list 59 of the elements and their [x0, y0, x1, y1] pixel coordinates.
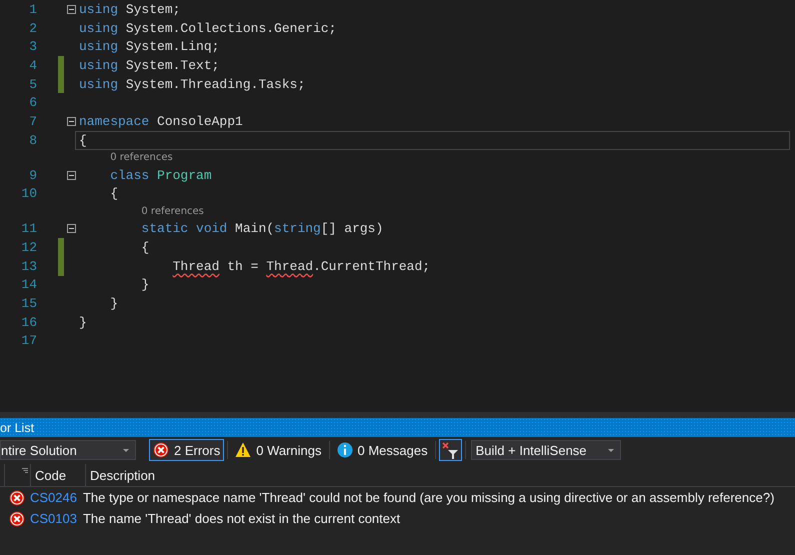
filter-button[interactable]: 0 Messages: [332, 439, 432, 461]
code-line: {: [140, 239, 150, 257]
line-number: 10: [20, 186, 37, 202]
code-line: {: [109, 185, 120, 204]
code-line: using System.Text;: [78, 56, 220, 75]
code-line: namespace ConsoleApp1: [78, 112, 244, 131]
column-header[interactable]: Code: [31, 464, 86, 486]
code-line: using System.Threading.Tasks;: [78, 76, 306, 94]
error-description: The name 'Thread' does not exist in the current context: [82, 511, 400, 526]
line-number: 3: [28, 39, 37, 54]
line-number: 13: [20, 258, 37, 274]
reference-count[interactable]: 0 references: [141, 206, 204, 217]
line-number: 12: [20, 240, 37, 255]
scope-dropdown[interactable]: ntire Solution: [0, 440, 136, 460]
line-number: 17: [20, 333, 37, 348]
line-number: 6: [28, 95, 37, 110]
line-number: 2: [28, 20, 37, 36]
info-icon: [336, 442, 353, 458]
code-line: }: [78, 314, 88, 332]
code-line: using System;: [78, 0, 182, 19]
line-number: 15: [20, 296, 37, 312]
source-dropdown[interactable]: Build + IntelliSense: [470, 440, 621, 460]
error-icon: [153, 442, 169, 458]
collapse-icon[interactable]: [67, 224, 76, 234]
code-line: }: [109, 295, 120, 314]
code-line: Thread th = Thread.CurrentThread;: [172, 258, 432, 276]
line-number: 7: [28, 114, 37, 129]
code-line: class Program: [109, 166, 213, 185]
filter-toggle-button[interactable]: [438, 439, 462, 461]
warning-icon: [235, 442, 252, 458]
collapse-icon[interactable]: [67, 4, 76, 14]
collapse-icon[interactable]: [67, 170, 76, 180]
filter-clear-icon: [442, 442, 459, 458]
error-icon: [9, 510, 25, 526]
error-icon: [9, 490, 25, 506]
line-number: 9: [28, 168, 37, 183]
filter-button[interactable]: 0 Warnings: [231, 439, 326, 461]
panel-title: or List: [0, 420, 34, 434]
code-line: using System.Linq;: [78, 38, 220, 56]
caret-icon: [608, 448, 614, 452]
collapse-icon[interactable]: [67, 116, 76, 126]
caret-icon: [123, 448, 129, 452]
code-line: static void Main(string[] args): [140, 220, 384, 238]
line-number: 16: [20, 314, 37, 330]
column-header[interactable]: Description: [86, 464, 156, 486]
error-code-link[interactable]: CS0246: [30, 490, 77, 505]
line-number: 8: [28, 132, 37, 148]
code-line: }: [140, 276, 150, 294]
code-line: using System.Collections.Generic;: [78, 20, 338, 38]
line-number: 11: [20, 221, 37, 236]
error-description: The type or namespace name 'Thread' could not be found (are you missing a using directive or an assembly reference?): [82, 490, 774, 505]
line-number: 5: [28, 76, 37, 92]
line-number: 4: [28, 58, 37, 73]
filter-button[interactable]: 2 Errors: [149, 439, 224, 461]
line-number: 1: [28, 2, 37, 17]
error-code-link[interactable]: CS0103: [30, 511, 77, 526]
sort-icon[interactable]: [22, 468, 28, 473]
reference-count[interactable]: 0 references: [110, 152, 173, 164]
line-number: 14: [20, 277, 37, 292]
